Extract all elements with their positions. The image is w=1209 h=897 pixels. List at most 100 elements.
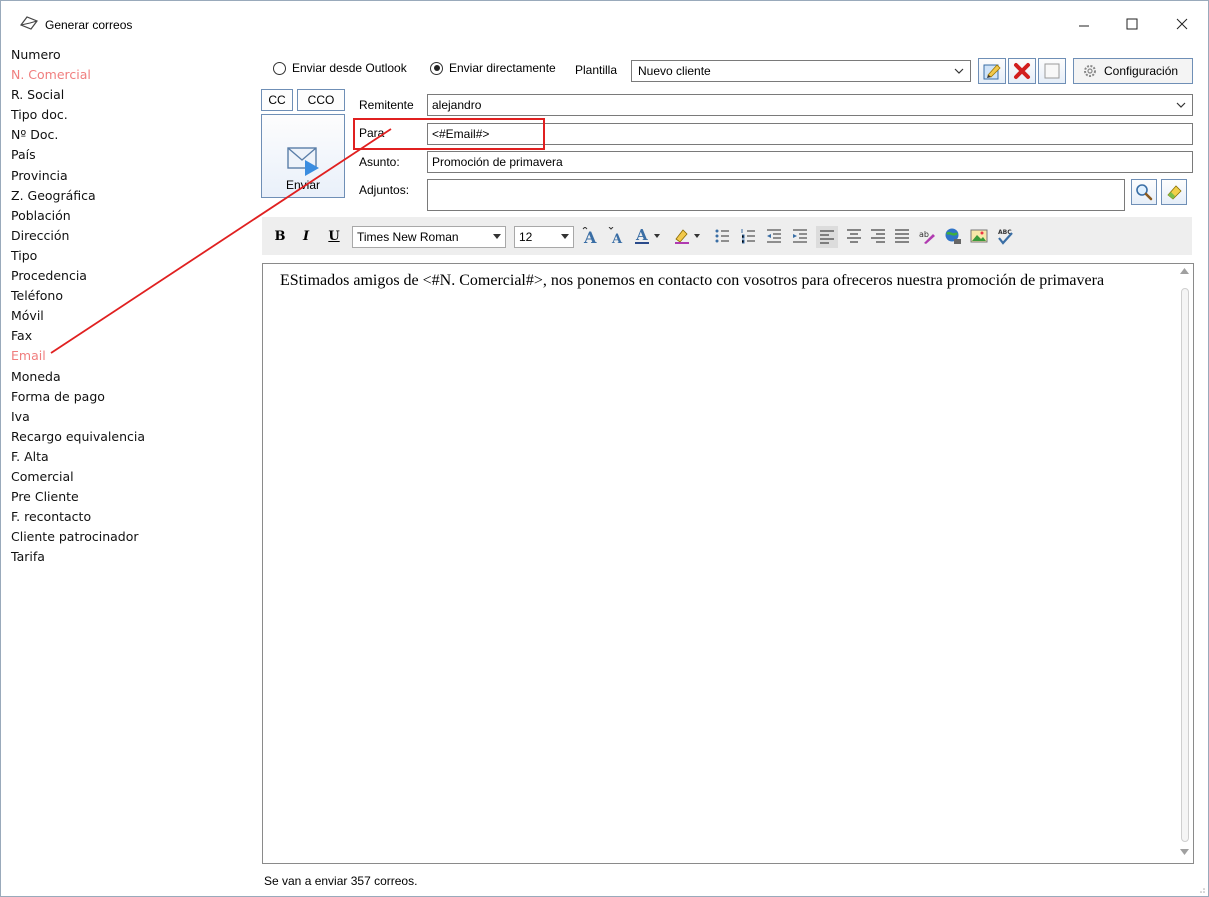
blank-page-icon <box>1044 63 1060 79</box>
field-item[interactable]: F. Alta <box>11 447 251 467</box>
field-item[interactable]: F. recontacto <box>11 507 251 527</box>
chevron-down-icon <box>954 68 964 74</box>
align-center-button[interactable] <box>844 217 864 255</box>
field-item[interactable]: Nº Doc. <box>11 125 251 145</box>
field-item[interactable]: N. Comercial <box>11 65 251 85</box>
eraser-icon <box>1167 185 1182 200</box>
scrollbar-thumb[interactable] <box>1181 288 1189 842</box>
editor-scrollbar[interactable] <box>1176 264 1193 863</box>
title-bar: Generar correos <box>1 1 1208 43</box>
message-editor[interactable]: EStimados amigos de <#N. Comercial#>, no… <box>262 263 1194 864</box>
font-family-value: Times New Roman <box>357 230 459 244</box>
underline-button[interactable]: U <box>324 217 344 255</box>
enviar-button[interactable]: Enviar <box>261 114 345 198</box>
field-item[interactable]: Procedencia <box>11 266 251 286</box>
field-item[interactable]: Cliente patrocinador <box>11 527 251 547</box>
highlight-button[interactable] <box>672 217 706 255</box>
field-item[interactable]: Tipo doc. <box>11 105 251 125</box>
field-item[interactable]: R. Social <box>11 85 251 105</box>
configuracion-button[interactable]: Configuración <box>1073 58 1193 84</box>
field-item[interactable]: Numero <box>11 45 251 65</box>
minimize-icon <box>1079 25 1089 27</box>
image-icon <box>970 229 988 243</box>
highlighter-icon <box>675 229 700 244</box>
font-color-button[interactable]: A <box>632 217 666 255</box>
field-item[interactable]: Email <box>11 346 251 366</box>
field-item[interactable]: Dirección <box>11 226 251 246</box>
field-item[interactable]: Fax <box>11 326 251 346</box>
field-item[interactable]: Recargo equivalencia <box>11 427 251 447</box>
field-item[interactable]: Forma de pago <box>11 387 251 407</box>
radio-outlook-dot[interactable] <box>273 61 286 75</box>
clear-attachment-button[interactable] <box>1161 179 1187 205</box>
asunto-input[interactable]: Promoción de primavera <box>427 151 1193 173</box>
insert-image-button[interactable] <box>968 217 990 255</box>
cco-button[interactable]: CCO <box>297 89 345 111</box>
shrink-font-button[interactable]: A <box>606 217 628 255</box>
spell-check-icon: ABC <box>998 229 1013 245</box>
adjuntos-input[interactable] <box>427 179 1125 211</box>
template-select[interactable]: Nuevo cliente <box>631 60 971 82</box>
field-item[interactable]: Tipo <box>11 246 251 266</box>
field-item[interactable]: Moneda <box>11 367 251 387</box>
cc-button[interactable]: CC <box>261 89 293 111</box>
edit-template-button[interactable] <box>978 58 1006 84</box>
align-center-icon <box>847 229 861 243</box>
remitente-value: alejandro <box>432 98 482 112</box>
edit-icon <box>983 64 1001 80</box>
radio-direct-label: Enviar directamente <box>449 61 556 75</box>
spell-format-button[interactable]: ab <box>916 217 938 255</box>
align-right-button[interactable] <box>868 217 888 255</box>
resize-grip-icon[interactable] <box>1196 884 1206 894</box>
radio-enviar-directamente[interactable]: Enviar directamente <box>430 61 556 75</box>
chevron-down-icon <box>493 234 501 239</box>
delete-template-button[interactable] <box>1008 58 1036 84</box>
field-item[interactable]: Comercial <box>11 467 251 487</box>
field-item[interactable]: Iva <box>11 407 251 427</box>
numbered-list-button[interactable] <box>738 217 758 255</box>
field-item[interactable]: País <box>11 145 251 165</box>
bullet-list-button[interactable] <box>712 217 732 255</box>
indent-button[interactable] <box>790 217 810 255</box>
svg-text:A: A <box>611 232 623 245</box>
field-item[interactable]: Teléfono <box>11 286 251 306</box>
gear-icon <box>1084 65 1096 77</box>
grow-font-button[interactable]: A <box>580 217 602 255</box>
spell-check-button[interactable]: ABC <box>994 217 1016 255</box>
radio-direct-dot[interactable] <box>430 61 443 75</box>
insert-link-button[interactable] <box>942 217 964 255</box>
outdent-button[interactable] <box>764 217 784 255</box>
send-mail-icon <box>287 147 319 176</box>
close-button[interactable] <box>1159 7 1205 41</box>
configuracion-label: Configuración <box>1104 64 1179 78</box>
align-left-button[interactable] <box>816 226 838 248</box>
remitente-select[interactable]: alejandro <box>427 94 1193 116</box>
para-label: Para <box>359 126 385 140</box>
close-icon <box>1176 18 1188 30</box>
scroll-down-icon[interactable] <box>1180 849 1189 855</box>
search-attachment-button[interactable] <box>1131 179 1157 205</box>
font-color-icon: A <box>635 227 660 244</box>
field-item[interactable]: Móvil <box>11 306 251 326</box>
field-item[interactable]: Provincia <box>11 166 251 186</box>
field-item[interactable]: Población <box>11 206 251 226</box>
font-size-select[interactable]: 12 <box>514 226 574 248</box>
maximize-icon <box>1126 18 1138 30</box>
field-item[interactable]: Pre Cliente <box>11 487 251 507</box>
scroll-up-icon[interactable] <box>1180 268 1189 274</box>
maximize-button[interactable] <box>1109 7 1155 41</box>
para-input[interactable]: <#Email#> <box>427 123 1193 145</box>
font-family-select[interactable]: Times New Roman <box>352 226 506 248</box>
bold-button[interactable]: B <box>270 217 290 255</box>
radio-enviar-outlook[interactable]: Enviar desde Outlook <box>273 61 407 75</box>
numbered-list-icon <box>741 229 755 244</box>
field-item[interactable]: Z. Geográfica <box>11 186 251 206</box>
blank-template-button[interactable] <box>1038 58 1066 84</box>
window-title: Generar correos <box>45 18 133 32</box>
grow-font-icon: A <box>582 227 597 245</box>
italic-button[interactable]: I <box>296 217 316 255</box>
message-body[interactable]: EStimados amigos de <#N. Comercial#>, no… <box>280 272 1170 290</box>
field-item[interactable]: Tarifa <box>11 547 251 567</box>
justify-button[interactable] <box>892 217 912 255</box>
minimize-button[interactable] <box>1061 7 1107 41</box>
